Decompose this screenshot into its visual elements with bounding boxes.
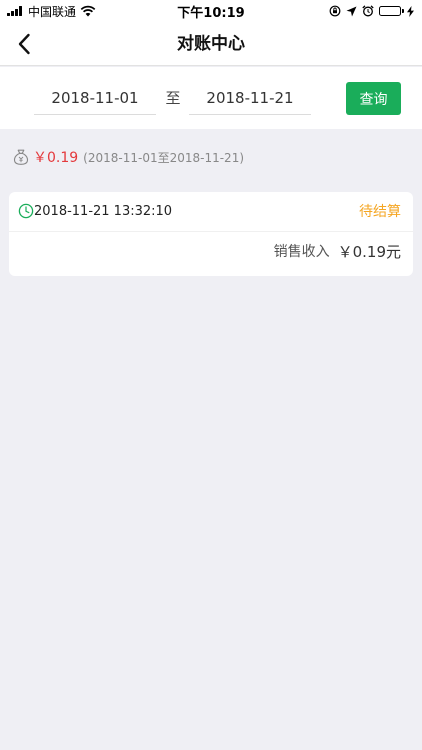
to-label: 至 bbox=[165, 89, 181, 107]
location-icon bbox=[346, 6, 357, 16]
total-amount: ￥0.19 bbox=[33, 150, 79, 166]
record-header: 2018-11-21 13:32:10 待结算 bbox=[9, 192, 413, 232]
signal-icon bbox=[7, 6, 23, 16]
record-status-badge: 待结算 bbox=[359, 204, 401, 220]
date-filter-bar: 至 查询 bbox=[0, 67, 422, 129]
record-income-label: 销售收入 bbox=[273, 244, 330, 260]
summary-row: ￥0.19 (2018-11-01至2018-11-21) bbox=[12, 146, 244, 168]
start-date-input[interactable] bbox=[34, 81, 156, 115]
page-title: 对账中心 bbox=[177, 34, 245, 54]
clock-icon bbox=[18, 203, 34, 219]
record-income-row: 销售收入 ￥0.19元 bbox=[274, 232, 401, 272]
status-left: 中国联通 bbox=[7, 3, 96, 20]
alarm-icon bbox=[362, 5, 374, 17]
wifi-icon bbox=[80, 5, 96, 17]
battery-icon bbox=[379, 6, 404, 16]
summary-date-range: (2018-11-01至2018-11-21) bbox=[83, 150, 245, 165]
charging-icon bbox=[407, 5, 414, 17]
record-income-amount: ￥0.19元 bbox=[337, 243, 401, 261]
record-time: 2018-11-21 13:32:10 bbox=[34, 204, 173, 219]
nav-bar: 对账中心 bbox=[0, 22, 422, 66]
rotation-lock-icon bbox=[329, 5, 341, 17]
status-right bbox=[324, 0, 414, 22]
record-body: 销售收入 ￥0.19元 bbox=[9, 232, 413, 272]
record-card[interactable]: 2018-11-21 13:32:10 待结算 销售收入 ￥0.19元 bbox=[9, 192, 413, 276]
end-date-input[interactable] bbox=[189, 81, 311, 115]
carrier-name: 中国联通 bbox=[28, 4, 77, 19]
status-bar: 中国联通 下午10:19 bbox=[0, 0, 422, 22]
query-button[interactable]: 查询 bbox=[346, 82, 401, 115]
money-bag-icon bbox=[13, 149, 29, 165]
